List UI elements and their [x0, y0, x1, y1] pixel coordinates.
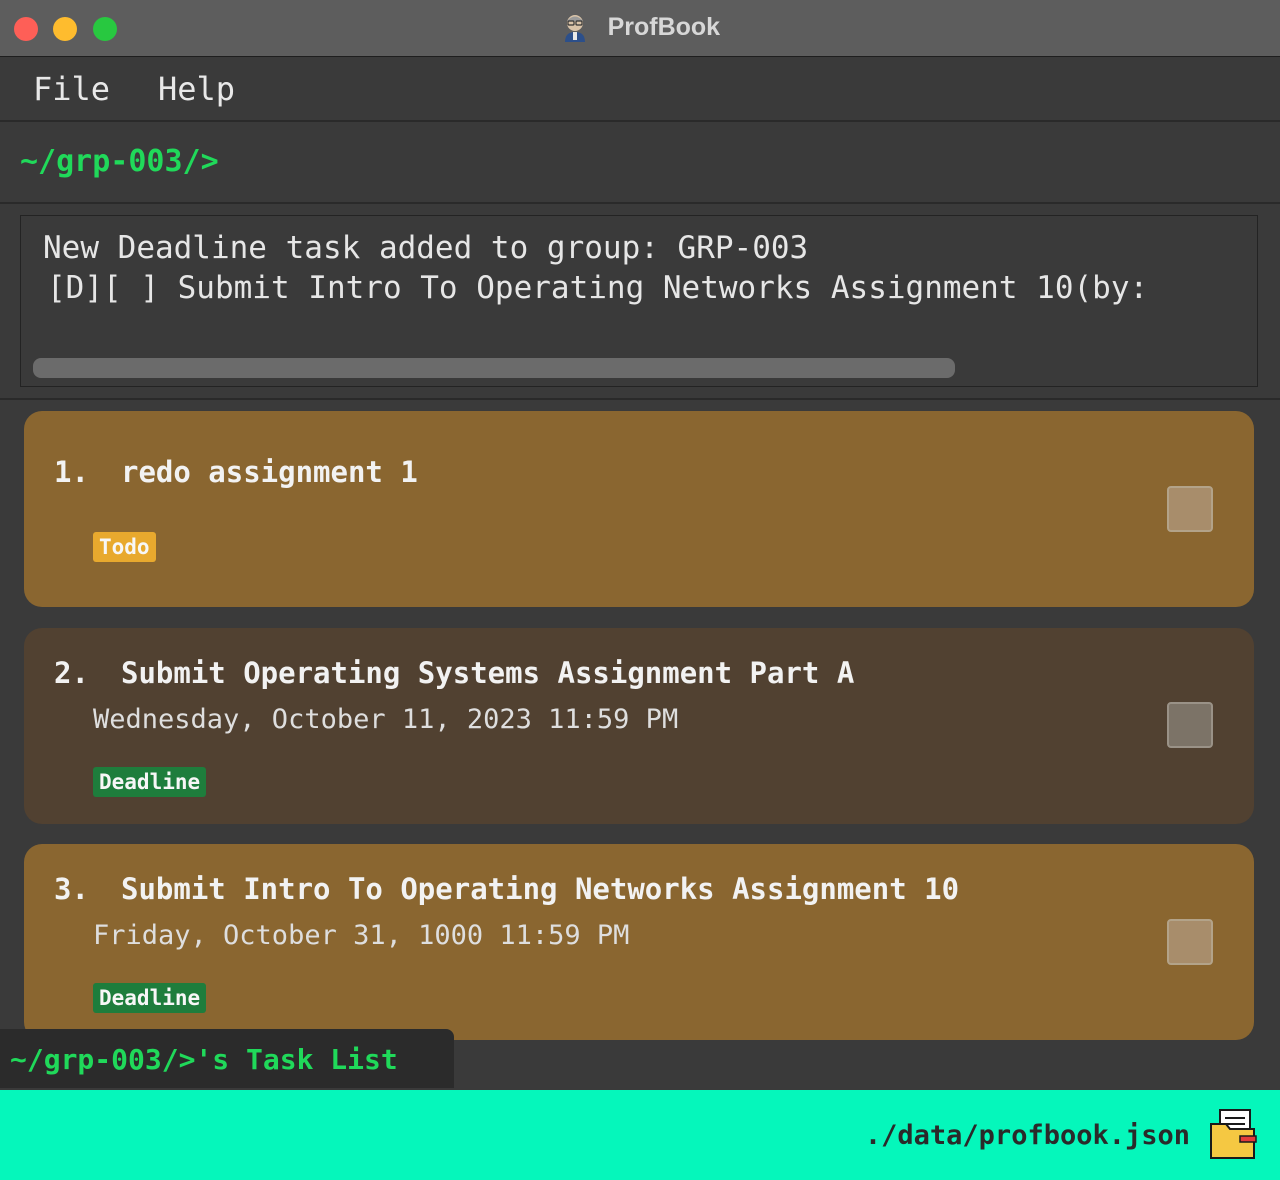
task-title: 1. redo assignment 1: [54, 455, 418, 489]
task-name: Submit Intro To Operating Networks Assig…: [121, 872, 960, 906]
task-card[interactable]: 3. Submit Intro To Operating Networks Ass…: [24, 844, 1254, 1040]
task-done-checkbox[interactable]: [1167, 919, 1213, 965]
menu-help[interactable]: Help: [158, 70, 235, 108]
deadline-tag: Deadline: [93, 767, 207, 797]
app-window: ProfBook File Help ~/grp-003/> New Deadl…: [0, 0, 1280, 1180]
title-bar: ProfBook: [0, 0, 1280, 57]
task-card[interactable]: 2. Submit Operating Systems Assignment Pa…: [24, 628, 1254, 824]
menu-file[interactable]: File: [33, 70, 110, 108]
task-name: Submit Operating Systems Assignment Part…: [121, 656, 855, 690]
command-prompt-path: ~/grp-003/>: [20, 144, 219, 179]
task-index: 3.: [54, 872, 89, 906]
task-list-label-text: ~/grp-003/>'s Task List: [10, 1043, 398, 1076]
task-title: 2. Submit Operating Systems Assignment Pa…: [54, 656, 854, 690]
window-title: ProfBook: [607, 12, 721, 41]
task-name: redo assignment 1: [121, 455, 418, 489]
folder-icon: [1208, 1108, 1260, 1162]
task-list-panel[interactable]: 1. redo assignment 1 Todo 2. Submit Operat…: [0, 400, 1280, 1090]
result-message-line: New Deadline task added to group: GRP-00…: [43, 230, 809, 266]
status-bar: ./data/profbook.json: [0, 1090, 1280, 1180]
task-done-checkbox[interactable]: [1167, 486, 1213, 532]
title-group: ProfBook: [0, 12, 1280, 44]
deadline-tag: Deadline: [93, 983, 207, 1013]
task-done-checkbox[interactable]: [1167, 702, 1213, 748]
task-index: 1.: [54, 455, 89, 489]
command-box[interactable]: ~/grp-003/>: [0, 122, 1280, 204]
task-deadline-date: Wednesday, October 11, 2023 11:59 PM: [93, 704, 679, 735]
todo-tag: Todo: [93, 532, 156, 562]
task-card[interactable]: 1. redo assignment 1 Todo: [24, 411, 1254, 607]
task-title: 3. Submit Intro To Operating Networks Ass…: [54, 872, 959, 906]
horizontal-scrollbar[interactable]: [33, 358, 955, 378]
result-task-line: [D][ ] Submit Intro To Operating Network…: [47, 270, 1149, 306]
result-display-area: New Deadline task added to group: GRP-00…: [0, 204, 1280, 400]
result-display[interactable]: New Deadline task added to group: GRP-00…: [20, 215, 1258, 387]
professor-avatar-icon: [560, 12, 590, 42]
save-file-path: ./data/profbook.json: [864, 1120, 1190, 1151]
task-deadline-date: Friday, October 31, 1000 11:59 PM: [93, 920, 630, 951]
task-list-label: ~/grp-003/>'s Task List: [0, 1029, 454, 1088]
menu-bar: File Help: [0, 58, 1280, 122]
task-index: 2.: [54, 656, 89, 690]
